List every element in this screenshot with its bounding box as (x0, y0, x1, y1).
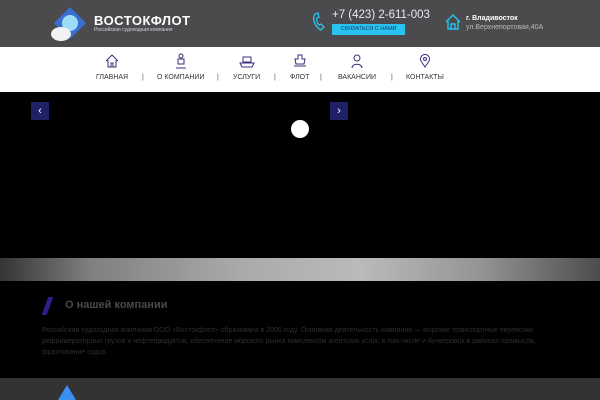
hero-slider: ‹ › (0, 92, 600, 281)
house-icon (105, 54, 119, 68)
team-icon (175, 53, 186, 69)
nav-label: УСЛУГИ (233, 74, 261, 81)
about-text: Российская судоходная компания ООО «Вост… (42, 327, 536, 356)
nav-item-services[interactable]: УСЛУГИ (233, 53, 260, 81)
loading-spinner (291, 120, 309, 138)
map-pin-icon (419, 54, 430, 68)
nav-separator: | (217, 74, 219, 81)
about-section: О нашей компании Российская судоходная к… (0, 281, 600, 378)
nav-item-vacancies[interactable]: ВАКАНСИИ (338, 53, 376, 81)
brand-name: ВОСТОКФЛОТ (94, 13, 191, 28)
main-nav: ГЛАВНАЯ | О КОМПАНИИ | УСЛУГИ | ФЛОТ | В… (0, 47, 600, 92)
brand-tagline: Российская судоходная компания (94, 27, 173, 33)
nav-label: О КОМПАНИИ (157, 74, 205, 81)
nav-separator: | (320, 74, 322, 81)
ship-icon (293, 54, 306, 67)
cargo-ship-icon (238, 56, 255, 68)
about-title: О нашей компании (65, 299, 168, 311)
nav-separator: | (391, 74, 393, 81)
nav-item-fleet[interactable]: ФЛОТ (290, 53, 309, 81)
logo-icon[interactable] (48, 5, 88, 43)
home-icon (445, 14, 461, 30)
slider-next-button[interactable]: › (330, 102, 348, 120)
nav-label: КОНТАКТЫ (406, 74, 444, 81)
slash-decoration (41, 297, 54, 315)
nav-item-home[interactable]: ГЛАВНАЯ (96, 53, 128, 81)
footer (0, 378, 600, 400)
nav-separator: | (142, 74, 144, 81)
phone-icon (313, 12, 325, 31)
phone-number[interactable]: +7 (423) 2-611-003 (332, 9, 430, 21)
worker-icon (351, 54, 363, 69)
city: г. Владивосток (466, 15, 518, 22)
nav-separator: | (274, 74, 276, 81)
slider-prev-button[interactable]: ‹ (31, 102, 49, 120)
contact-us-button[interactable]: СВЯЗАТЬСЯ С НАМИ (332, 24, 405, 35)
nav-label: ФЛОТ (290, 74, 310, 81)
slide-image (0, 258, 600, 281)
nav-item-about[interactable]: О КОМПАНИИ (157, 53, 204, 81)
nav-label: ВАКАНСИИ (338, 74, 377, 81)
nav-label: ГЛАВНАЯ (96, 74, 129, 81)
header: ВОСТОКФЛОТ Российская судоходная компани… (0, 0, 600, 47)
footer-logo-icon (58, 385, 76, 400)
address: ул.Верхнепортовая,40А (466, 24, 544, 31)
nav-item-contacts[interactable]: КОНТАКТЫ (406, 53, 444, 81)
